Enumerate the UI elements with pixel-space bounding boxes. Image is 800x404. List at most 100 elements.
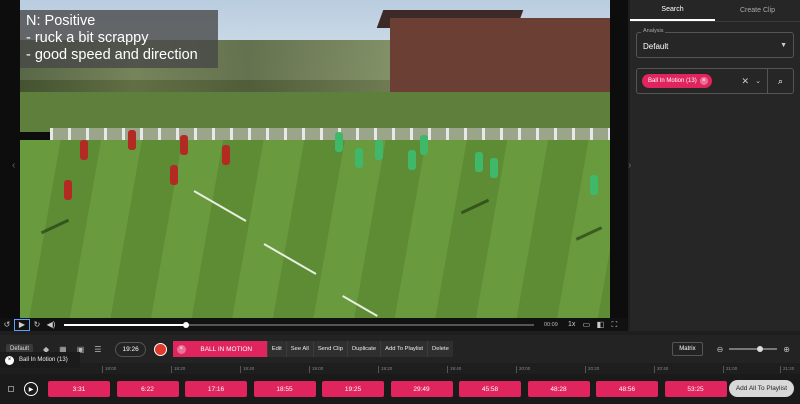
tab-search[interactable]: Search [630, 0, 715, 21]
video-pitch [20, 140, 610, 318]
player-green [420, 135, 428, 155]
clip-item[interactable]: 19:25 [322, 381, 384, 397]
see-all-button[interactable]: See All [285, 341, 313, 357]
popover-label: Ball In Motion (13) [19, 357, 68, 363]
analysis-value: Default [643, 42, 669, 51]
fullscreen-icon[interactable]: ⛶ [607, 319, 621, 331]
matrix-button[interactable]: Matrix [672, 342, 703, 356]
note-line: N: Positive [26, 13, 96, 29]
app-root: N: Positive - ruck a bit scrappy - good … [0, 0, 800, 404]
volume-icon[interactable]: ◀) [44, 319, 58, 331]
analysis-select[interactable]: Analysis Default ▼ [636, 28, 794, 58]
player-green [375, 140, 383, 160]
ruler-tick: 19:00 [309, 366, 323, 373]
tab-create-clip[interactable]: Create Clip [715, 0, 800, 21]
player-red [180, 135, 188, 155]
subtitles-icon[interactable]: ▭ [579, 319, 593, 331]
clip-item[interactable]: 48:56 [596, 381, 658, 397]
clip-item[interactable]: 18:55 [253, 381, 316, 397]
pip-icon[interactable]: ◧ [593, 319, 607, 331]
video-far-grass [20, 92, 610, 132]
tag-close-icon[interactable]: × [176, 344, 186, 354]
player-red [170, 165, 178, 185]
scrubber-knob[interactable] [183, 321, 190, 328]
clip-item[interactable]: 45:58 [459, 381, 521, 397]
edit-button[interactable]: Edit [266, 341, 286, 357]
video-player[interactable]: N: Positive - ruck a bit scrappy - good … [0, 0, 628, 318]
duplicate-button[interactable]: Duplicate [346, 341, 381, 357]
player-red [80, 140, 88, 160]
ruler-tick: 19:20 [378, 366, 392, 373]
play-all-icon[interactable]: ▶ [24, 382, 38, 396]
note-line: - ruck a bit scrappy [26, 30, 149, 46]
player-green [335, 132, 343, 152]
search-panel: Search Create Clip Analysis Default ▼ Ba… [630, 0, 800, 331]
zoom-out-icon[interactable]: ⊖ [717, 345, 724, 354]
rewind-icon[interactable]: ↺ [0, 319, 14, 331]
zoom-slider[interactable] [729, 346, 778, 352]
add-to-playlist-button[interactable]: Add To Playlist [380, 341, 428, 357]
zoom-knob[interactable] [757, 346, 764, 352]
player-green [590, 175, 598, 195]
ruler-tick: 20:00 [516, 366, 530, 373]
clip-item[interactable]: 6:22 [116, 381, 179, 397]
collapse-left-icon[interactable]: ‹ [12, 160, 15, 171]
ruler-tick: 21:20 [780, 366, 794, 373]
tag-label: BALL IN MOTION [200, 345, 253, 353]
ruler-tick: 18:00 [102, 366, 116, 373]
play-icon[interactable]: ▶ [14, 318, 30, 331]
clock-badge[interactable]: 19:26 [115, 341, 146, 357]
analysis-label: Analysis [641, 28, 666, 34]
zoom-in-icon[interactable]: ⊕ [783, 345, 790, 354]
tag-popover: × Ball In Motion (13) [0, 352, 80, 368]
clip-toolbar: Default ◆ ▦ ▣ ☰ 19:26 × BALL IN MOTION E… [0, 335, 800, 363]
clips-row: ▶ 3:31 6:22 17:16 18:55 19:25 29:49 45:5… [0, 374, 800, 404]
select-all-checkbox[interactable] [8, 386, 14, 392]
delete-button[interactable]: Delete [427, 341, 453, 357]
chip-close-icon[interactable]: × [699, 77, 708, 85]
video-time: 00:09 [544, 321, 558, 328]
playback-speed[interactable]: 1x [568, 321, 575, 328]
add-all-to-playlist-button[interactable]: Add All To Playlist [728, 380, 794, 397]
annotation-note: N: Positive - ruck a bit scrappy - good … [20, 10, 218, 68]
panel-tabs: Search Create Clip [630, 0, 800, 22]
player-green [490, 158, 498, 178]
clip-item[interactable]: 17:16 [185, 381, 247, 397]
filter-chips[interactable]: Ball In Motion (13) × ✕ ⌄ [637, 69, 767, 93]
player-green [475, 152, 483, 172]
ruler-tick: 20:40 [654, 366, 668, 373]
timeline-ruler[interactable]: 18:00 18:20 18:40 19:00 19:20 19:40 20:0… [80, 366, 800, 374]
filter-chip[interactable]: Ball In Motion (13) × [642, 74, 712, 88]
search-icon[interactable]: ⌕ [767, 69, 793, 93]
ruler-tick: 20:20 [585, 366, 599, 373]
player-red [64, 180, 72, 200]
send-clip-button[interactable]: Send Clip [312, 341, 347, 357]
note-line: - good speed and direction [26, 47, 198, 63]
ruler-tick: 19:40 [447, 366, 461, 373]
tag-button[interactable]: × BALL IN MOTION [172, 341, 267, 357]
video-controls: ↺ ▶ ↻ ◀) 00:09 1x ▭ ◧ ⛶ [0, 318, 628, 331]
chevron-down-icon[interactable]: ⌄ [755, 77, 761, 85]
collapse-right-icon[interactable]: › [628, 160, 631, 171]
record-button[interactable] [153, 342, 167, 356]
filter-box[interactable]: Ball In Motion (13) × ✕ ⌄ ⌕ [636, 68, 794, 94]
close-icon[interactable]: × [5, 355, 14, 365]
clip-item[interactable]: 3:31 [48, 381, 110, 397]
player-red [128, 130, 136, 150]
clip-item[interactable]: 53:25 [664, 381, 727, 397]
ruler-tick: 21:00 [723, 366, 737, 373]
clear-filter-icon[interactable]: ✕ [741, 76, 749, 87]
player-red [222, 145, 230, 165]
player-green [355, 148, 363, 168]
ruler-tick: 18:40 [240, 366, 254, 373]
zoom-control: ⊖ ⊕ [717, 345, 790, 354]
video-scrubber[interactable] [64, 321, 534, 328]
dropdown-caret-icon: ▼ [780, 42, 787, 49]
clip-item[interactable]: 29:49 [390, 381, 453, 397]
clip-item[interactable]: 48:28 [527, 381, 590, 397]
ruler-tick: 18:20 [171, 366, 185, 373]
scrubber-fill [64, 323, 187, 326]
list-icon[interactable]: ☰ [94, 345, 101, 354]
forward-icon[interactable]: ↻ [30, 319, 44, 331]
player-green [408, 150, 416, 170]
